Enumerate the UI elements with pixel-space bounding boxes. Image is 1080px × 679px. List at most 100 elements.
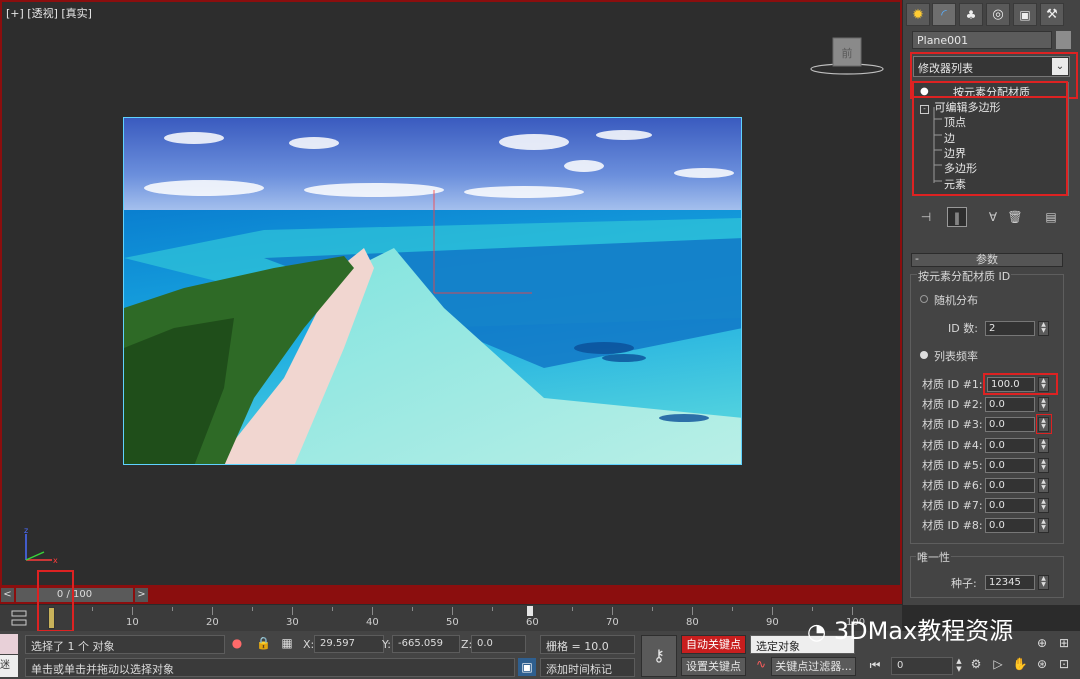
key-curve-icon[interactable]: ∿: [752, 657, 770, 671]
play-icon[interactable]: ▷: [990, 657, 1006, 671]
maxscript-mini-stub[interactable]: 迷: [0, 655, 18, 677]
frame-spinner[interactable]: ▲ ▼: [954, 657, 964, 673]
absolute-mode-icon[interactable]: ▦: [280, 636, 294, 650]
material-id-7-label: 材质 ID #7:: [922, 499, 983, 512]
seed-label: 种子:: [951, 577, 977, 590]
monitor-icon: ▣: [1019, 7, 1031, 22]
material-id-3-label: 材质 ID #3:: [922, 418, 983, 431]
track-tick: [212, 607, 213, 615]
highlight-box-material-id-1: [983, 373, 1058, 395]
random-distribution-radio[interactable]: [920, 295, 928, 303]
track-tick: [332, 607, 333, 611]
material-id-6-label: 材质 ID #6:: [922, 479, 983, 492]
track-tick: [132, 607, 133, 615]
make-unique-icon[interactable]: ∀: [983, 207, 1003, 227]
y-coord-field[interactable]: -665.059: [392, 635, 460, 653]
track-tick-label: 20: [206, 617, 219, 628]
add-time-tag-button[interactable]: 添加时间标记: [540, 658, 635, 677]
track-tick-label: 10: [126, 617, 139, 628]
material-id-8-field[interactable]: 0.0: [985, 518, 1035, 533]
next-frame-button[interactable]: >: [135, 588, 148, 602]
material-id-6-spinner[interactable]: ▲ ▼: [1038, 478, 1049, 493]
key-marker[interactable]: [527, 606, 533, 616]
display-tab[interactable]: ▣: [1013, 3, 1037, 26]
grid-size-readout: 栅格 = 10.0: [540, 635, 635, 654]
track-tick: [172, 607, 173, 611]
current-frame-field[interactable]: 0: [891, 657, 953, 675]
viewcube-face-label: 前: [842, 46, 853, 60]
pan-hand-icon[interactable]: ✋: [1012, 657, 1028, 671]
remove-modifier-icon[interactable]: 🗑: [1005, 207, 1025, 227]
modify-tab[interactable]: ◜: [932, 3, 956, 26]
track-tick-label: 40: [366, 617, 379, 628]
material-id-4-field[interactable]: 0.0: [985, 438, 1035, 453]
object-color-swatch[interactable]: [1056, 31, 1071, 49]
seed-field[interactable]: 12345: [985, 575, 1035, 590]
id-count-label: ID 数:: [948, 322, 978, 335]
material-id-5-spinner[interactable]: ▲ ▼: [1038, 458, 1049, 473]
auto-key-button[interactable]: 自动关键点: [681, 635, 746, 654]
material-id-3-field[interactable]: 0.0: [985, 417, 1035, 432]
id-count-field[interactable]: 2: [985, 321, 1035, 336]
highlight-box-spinner: [1036, 414, 1052, 434]
motion-icon: ◎: [992, 7, 1004, 22]
motion-tab[interactable]: ◎: [986, 3, 1010, 26]
params-rollout-title: 参数: [976, 253, 998, 266]
material-id-1-label: 材质 ID #1:: [922, 378, 983, 391]
viewport-label-menu[interactable]: [+] [透视] [真实]: [6, 5, 92, 21]
maxscript-listener-swatch[interactable]: [0, 634, 18, 654]
wechat-icon: ◔: [807, 620, 827, 645]
material-id-4-spinner[interactable]: ▲ ▼: [1038, 438, 1049, 453]
hierarchy-tab[interactable]: ♣: [959, 3, 983, 26]
go-to-start-icon[interactable]: ⏮: [867, 658, 883, 673]
time-slider-thumb[interactable]: 0 / 100: [16, 588, 133, 602]
show-end-result-icon[interactable]: ‖: [947, 207, 967, 227]
z-coord-field[interactable]: 0.0: [471, 635, 526, 653]
list-frequency-radio[interactable]: [920, 351, 928, 359]
key-filters-button[interactable]: 关键点过滤器...: [771, 657, 856, 676]
id-count-spinner[interactable]: ▲ ▼: [1038, 321, 1049, 336]
viewcube-icon[interactable]: 前: [808, 36, 886, 76]
params-rollout-header[interactable]: - 参数: [911, 253, 1063, 267]
seed-spinner[interactable]: ▲ ▼: [1038, 575, 1049, 590]
material-id-6-field[interactable]: 0.0: [985, 478, 1035, 493]
time-config-icon[interactable]: ⚙: [968, 657, 984, 671]
track-tick: [692, 607, 693, 615]
zoom-all-icon[interactable]: ⊞: [1056, 636, 1072, 650]
track-tick-label: 70: [606, 617, 619, 628]
material-id-5-field[interactable]: 0.0: [985, 458, 1035, 473]
key-icon[interactable]: ⚷: [641, 635, 677, 677]
track-tick: [612, 607, 613, 615]
configure-sets-icon[interactable]: ▤: [1041, 207, 1061, 227]
material-id-7-field[interactable]: 0.0: [985, 498, 1035, 513]
time-tag-icon[interactable]: ▣: [518, 658, 536, 676]
material-id-7-spinner[interactable]: ▲ ▼: [1038, 498, 1049, 513]
pin-stack-icon[interactable]: ⊣: [916, 207, 936, 227]
orbit-icon[interactable]: ⊛: [1034, 657, 1050, 671]
watermark: ◔ 3DMax教程资源: [807, 611, 1013, 646]
prev-frame-button[interactable]: <: [1, 588, 14, 602]
utilities-tab[interactable]: ⚒: [1040, 3, 1064, 26]
material-id-2-spinner[interactable]: ▲ ▼: [1038, 397, 1049, 412]
set-key-button[interactable]: 设置关键点: [681, 657, 746, 676]
x-coord-field[interactable]: 29.597: [314, 635, 384, 653]
hierarchy-icon: ♣: [965, 7, 977, 22]
plane-object-photo-texture[interactable]: [123, 117, 742, 465]
track-tick: [572, 607, 573, 611]
material-id-2-field[interactable]: 0.0: [985, 397, 1035, 412]
material-id-4-label: 材质 ID #4:: [922, 439, 983, 452]
sun-icon: ✹: [912, 6, 924, 23]
curve-editor-toggle-icon[interactable]: [4, 607, 34, 629]
material-id-8-spinner[interactable]: ▲ ▼: [1038, 518, 1049, 533]
zoom-icon[interactable]: ⊕: [1034, 636, 1050, 650]
track-tick: [492, 607, 493, 611]
group-title: 按元素分配材质 ID: [917, 268, 1012, 284]
isolate-selection-icon[interactable]: ●: [230, 636, 244, 650]
track-tick: [292, 607, 293, 615]
prompt-line: 单击或单击并拖动以选择对象: [25, 658, 515, 677]
object-name-field[interactable]: Plane001: [912, 31, 1052, 49]
watermark-text: 3DMax教程资源: [833, 617, 1014, 645]
create-tab[interactable]: ✹: [906, 3, 930, 26]
maximize-viewport-icon[interactable]: ⊡: [1056, 657, 1072, 671]
lock-selection-icon[interactable]: 🔒: [256, 636, 271, 650]
